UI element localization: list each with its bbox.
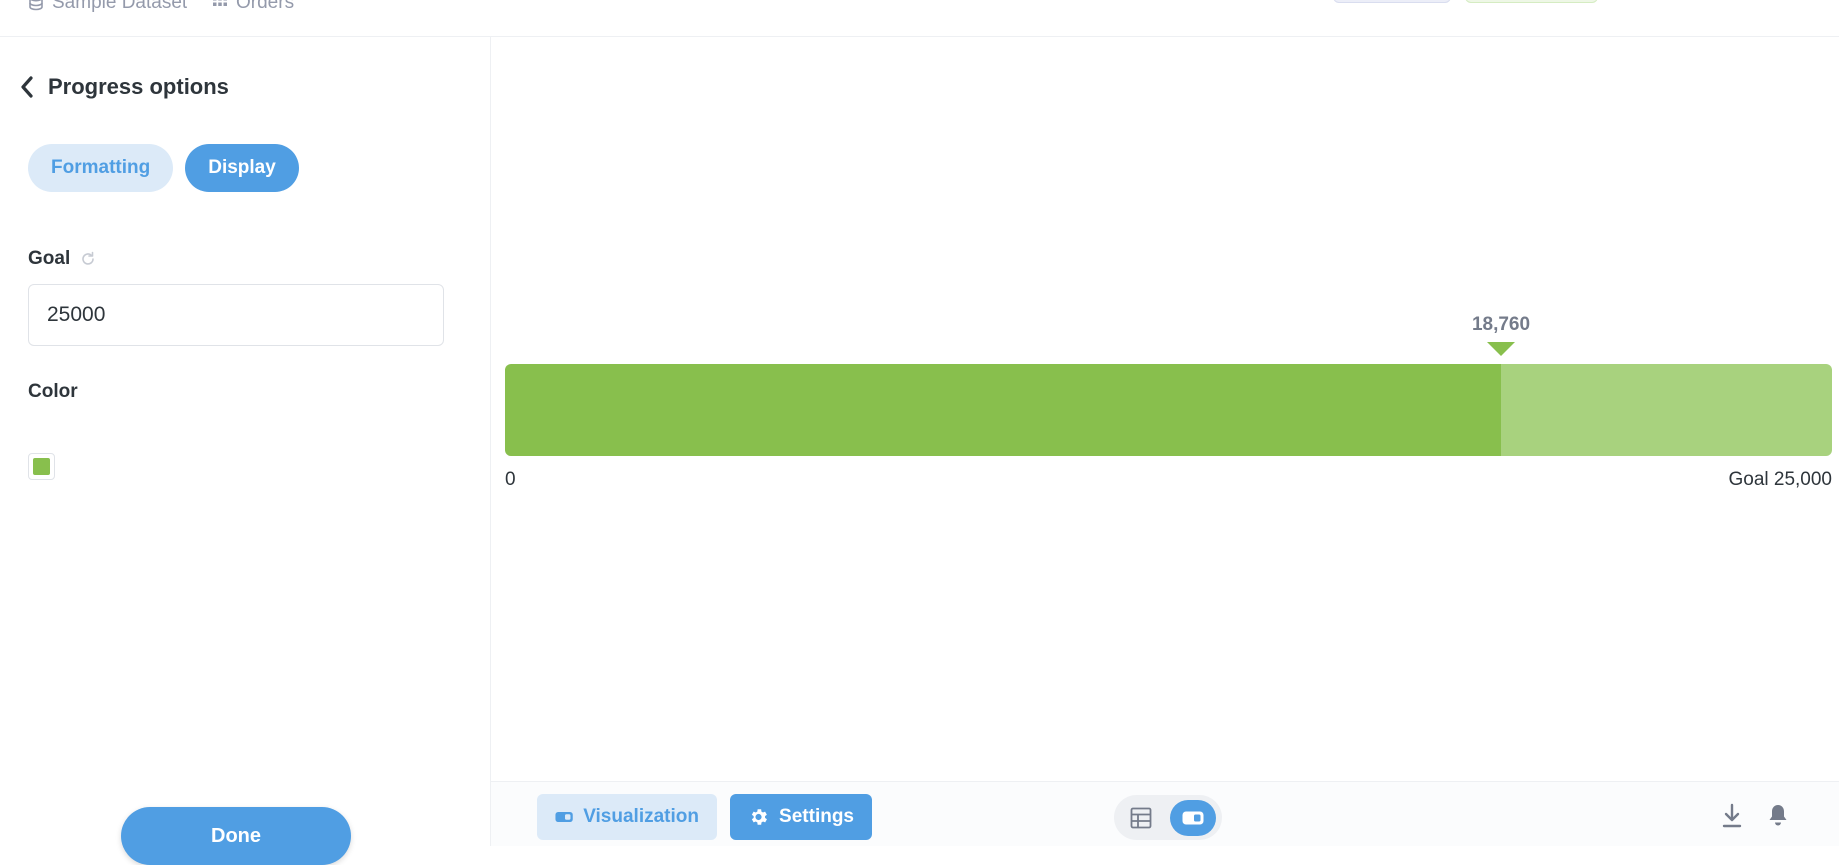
- breadcrumb-table-label: Orders: [236, 0, 295, 13]
- table-icon: [1130, 807, 1152, 828]
- reset-icon[interactable]: [80, 251, 96, 267]
- progress-bar-fill: [505, 364, 1501, 456]
- top-bar: Sample Dataset Orders: [0, 0, 1839, 37]
- tab-formatting[interactable]: Formatting: [28, 144, 174, 192]
- color-picker[interactable]: [28, 453, 55, 480]
- filter-pill[interactable]: [1333, 0, 1451, 3]
- table-view-toggle[interactable]: [1118, 800, 1164, 836]
- chevron-left-icon: [21, 76, 33, 98]
- goal-label-row: Goal: [28, 248, 96, 270]
- settings-button[interactable]: Settings: [730, 794, 872, 840]
- progress-bar: [505, 364, 1832, 456]
- color-label: Color: [28, 381, 78, 402]
- grid-icon: [213, 0, 227, 6]
- breadcrumb-table[interactable]: Orders: [212, 0, 294, 14]
- download-icon[interactable]: [1722, 803, 1742, 829]
- done-button[interactable]: Done: [121, 807, 351, 865]
- bell-icon[interactable]: [1767, 803, 1789, 827]
- panel-title: Progress options: [48, 74, 229, 99]
- progress-value-label: 18,760: [1471, 314, 1531, 335]
- view-mode-toggle: [1114, 795, 1222, 840]
- progress-min-label: 0: [505, 469, 516, 490]
- chart-view-toggle[interactable]: [1170, 799, 1216, 836]
- toggle-icon: [1182, 811, 1204, 824]
- goal-label: Goal: [28, 248, 71, 269]
- back-to-settings[interactable]: Progress options: [20, 74, 229, 100]
- visualization-label: Visualization: [583, 806, 699, 827]
- breadcrumb-database[interactable]: Sample Dataset: [28, 0, 187, 14]
- settings-label: Settings: [779, 806, 854, 827]
- progress-goal-label: Goal 25,000: [1728, 469, 1832, 490]
- database-icon: [29, 0, 43, 11]
- settings-sidebar: Progress options Formatting Display Goal…: [0, 37, 491, 865]
- tab-display[interactable]: Display: [185, 144, 299, 192]
- summarize-pill[interactable]: [1465, 0, 1598, 3]
- toggle-icon: [555, 811, 573, 823]
- progress-marker: [1487, 342, 1515, 356]
- progress-bar-remaining: [1501, 364, 1832, 456]
- goal-input[interactable]: [28, 284, 444, 346]
- breadcrumb-database-label: Sample Dataset: [52, 0, 188, 13]
- settings-tabs: Formatting Display: [28, 144, 299, 192]
- color-label-row: Color: [28, 381, 78, 403]
- visualization-button[interactable]: Visualization: [537, 794, 717, 840]
- color-swatch: [33, 458, 50, 475]
- gear-icon: [751, 809, 767, 825]
